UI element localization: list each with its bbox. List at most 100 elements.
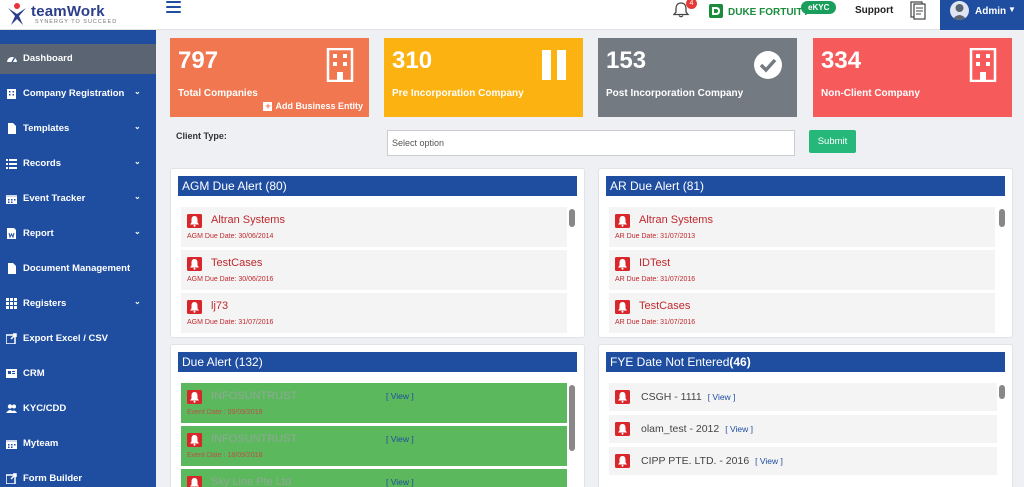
logo-figure-icon [8,3,26,25]
list-item[interactable]: TestCases AGM Due Date: 30/06/2016 [181,250,567,290]
alert-company-name[interactable]: IDTest [639,257,670,269]
alert-bell-icon [187,390,202,404]
kpi-total-companies[interactable]: 797 Total Companies + Add Business Entity [170,38,369,117]
view-link[interactable]: [ View ] [386,391,414,401]
kpi-post-incorporation[interactable]: 153 Post Incorporation Company [598,38,797,117]
sidebar-item-dashboard[interactable]: Dashboard [0,44,156,74]
dashboard-icon [7,57,17,63]
logo[interactable]: teamWork SYNERGY TO SUCCEED [4,2,156,28]
ar-due-alert-panel: AR Due Alert (81) Altran Systems AR Due D… [598,168,1013,338]
alert-company-name[interactable]: Altran Systems [211,214,285,226]
submit-button[interactable]: Submit [809,130,856,153]
alert-company-name[interactable]: INFOSUNTRUST [211,390,297,402]
view-link[interactable]: [ View ] [708,392,736,402]
alert-bell-icon [615,422,630,436]
sidebar-item-export-excel-csv[interactable]: Export Excel / CSV [0,324,156,354]
fye-title-count: (46) [729,355,751,369]
sidebar-item-templates[interactable]: Templates ⌄ [0,114,156,144]
alert-due-date: AR Due Date: 31/07/2016 [615,319,696,326]
fye-scrollbar[interactable] [999,385,1005,487]
chevron-down-icon: ⌄ [134,122,141,131]
fye-company-label: CSGH - 1111 [641,391,702,403]
ekyc-badge: eKYC [801,1,837,14]
calendar-icon [6,195,17,204]
alert-company-name[interactable]: lj73 [211,300,228,312]
pause-icon [542,50,566,80]
scrollbar-thumb[interactable] [569,385,575,451]
alert-company-name[interactable]: TestCases [211,257,262,269]
sidebar-item-records[interactable]: Records ⌄ [0,149,156,179]
alert-bell-icon [615,454,630,468]
scrollbar-thumb[interactable] [999,385,1005,399]
due-panel-title: Due Alert (132) [178,352,577,372]
sidebar-item-label: Event Tracker [23,193,86,204]
kpi-value: 153 [606,47,647,74]
duke-fortuity-label: DUKE FORTUITY [728,7,810,18]
admin-menu-button[interactable]: Admin ▼ [940,0,1024,30]
alert-bell-icon [187,300,202,314]
alert-bell-icon [615,214,630,228]
list-item[interactable]: olam_test - 2012 [ View ] [609,415,997,443]
alert-company-name[interactable]: INFOSUNTRUST [211,433,297,445]
sidebar-item-form-builder[interactable]: Form Builder [0,464,156,487]
sidebar-item-registers[interactable]: Registers ⌄ [0,289,156,319]
sidebar-item-label: Registers [23,298,67,309]
kpi-pre-incorporation[interactable]: 310 Pre Incorporation Company [384,38,583,117]
alert-due-date: AGM Due Date: 30/06/2014 [187,233,274,240]
agm-scrollbar[interactable] [569,209,575,331]
sidebar-item-event-tracker[interactable]: Event Tracker ⌄ [0,184,156,214]
add-business-entity-link[interactable]: + Add Business Entity [263,101,363,111]
list-item[interactable]: INFOSUNTRUST Event Date : 18/09/2018 [ Vie… [181,426,567,466]
support-link[interactable]: Support [855,5,893,16]
ar-scrollbar[interactable] [999,209,1005,331]
client-type-select[interactable]: Select option [387,130,795,156]
sidebar-item-company-registration[interactable]: Company Registration ⌄ [0,79,156,109]
due-scrollbar[interactable] [569,385,575,487]
alert-company-name[interactable]: Altran Systems [639,214,713,226]
list-item[interactable]: CIPP PTE. LTD. - 2016 [ View ] [609,447,997,475]
sidebar-item-myteam[interactable]: Myteam [0,429,156,459]
kpi-value: 797 [178,47,219,74]
list-item[interactable]: Altran Systems AR Due Date: 31/07/2013 [609,207,995,247]
sidebar-item-crm[interactable]: CRM [0,359,156,389]
avatar [950,1,969,20]
kpi-label: Total Companies [178,88,258,99]
sidebar-item-label: Records [23,158,62,169]
logo-text: teamWork [31,3,105,20]
alert-company-name[interactable]: Sky Line Pte Ltd [211,476,291,487]
scrollbar-thumb[interactable] [999,209,1005,227]
list-item[interactable]: CSGH - 1111 [ View ] [609,383,997,411]
kpi-label: Post Incorporation Company [606,88,744,99]
fye-panel: FYE Date Not Entered(46) CSGH - 1111 [ Vi… [598,344,1013,487]
client-type-label: Client Type: [176,131,227,141]
sidebar-item-label: Myteam [23,438,59,449]
duke-fortuity-link[interactable]: DUKE FORTUITY eKYC [708,1,838,21]
list-item[interactable]: lj73 AGM Due Date: 31/07/2016 [181,293,567,333]
sidebar-item-document-management[interactable]: Document Management [0,254,156,284]
building-icon [326,48,354,82]
fye-company-label: olam_test - 2012 [641,423,720,435]
alert-due-date: Event Date : 18/09/2018 [187,452,263,459]
scrollbar-thumb[interactable] [569,209,575,227]
list-item[interactable]: IDTest AR Due Date: 31/07/2016 [609,250,995,290]
list-item[interactable]: Sky Line Pte Ltd [ View ] [181,469,567,487]
view-link[interactable]: [ View ] [386,477,414,487]
view-link[interactable]: [ View ] [755,456,783,466]
sidebar-item-report[interactable]: Report ⌄ [0,219,156,249]
list-item[interactable]: INFOSUNTRUST Event Date : 09/09/2018 [ Vie… [181,383,567,423]
list-icon [6,159,17,169]
sidebar-item-kyc-cdd[interactable]: KYC/CDD [0,394,156,424]
fye-company-name: CIPP PTE. LTD. - 2016 [ View ] [641,455,783,467]
sidebar-item-label: CRM [23,368,45,379]
view-link[interactable]: [ View ] [725,424,753,434]
sidebar-item-label: Templates [23,123,70,134]
list-item[interactable]: TestCases AR Due Date: 31/07/2016 [609,293,995,333]
building-icon [7,89,16,99]
hamburger-menu-icon[interactable] [166,1,181,15]
kpi-non-client[interactable]: 334 Non-Client Company [813,38,1012,117]
documents-icon[interactable] [908,0,928,20]
alert-company-name[interactable]: TestCases [639,300,690,312]
list-item[interactable]: Altran Systems AGM Due Date: 30/06/2014 [181,207,567,247]
view-link[interactable]: [ View ] [386,434,414,444]
crm-icon [6,369,17,378]
